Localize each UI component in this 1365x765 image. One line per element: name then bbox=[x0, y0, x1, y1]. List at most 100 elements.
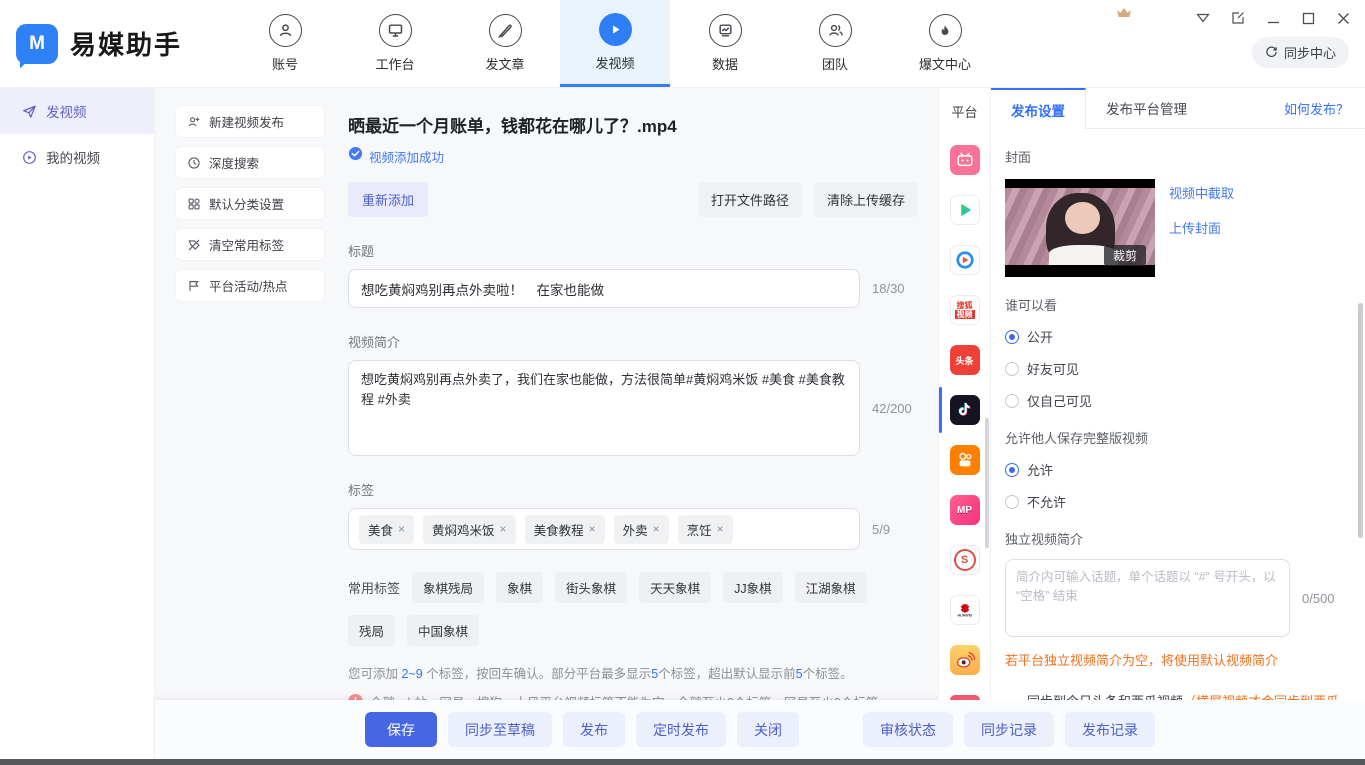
tag-remove-icon[interactable]: × bbox=[589, 522, 596, 536]
new-video-publish-button[interactable]: 新建视频发布 bbox=[175, 105, 325, 138]
platform-haokan-video[interactable] bbox=[939, 235, 991, 285]
close-button[interactable] bbox=[1335, 10, 1351, 26]
open-file-path-button[interactable]: 打开文件路径 bbox=[698, 182, 802, 217]
upload-cover-link[interactable]: 上传封面 bbox=[1169, 218, 1234, 237]
save-option-deny[interactable]: 不允许 bbox=[1005, 492, 1351, 511]
sidebar-item-publish-video[interactable]: 发视频 bbox=[0, 88, 154, 134]
radio-selected-icon[interactable] bbox=[1005, 330, 1019, 344]
tag-remove-icon[interactable]: × bbox=[653, 522, 660, 536]
sidebar-item-my-videos[interactable]: 我的视频 bbox=[0, 134, 154, 180]
settings-scrollbar[interactable] bbox=[1358, 303, 1363, 538]
tag-remove-icon[interactable]: × bbox=[500, 522, 507, 536]
crop-button[interactable]: 裁剪 bbox=[1104, 245, 1146, 266]
platform-bilibili[interactable] bbox=[939, 135, 991, 185]
common-tag[interactable]: JJ象棋 bbox=[723, 572, 783, 603]
close-form-button[interactable]: 关闭 bbox=[737, 712, 799, 747]
tag-label: 美食教程 bbox=[534, 520, 584, 539]
nav-publish-article-label: 发文章 bbox=[485, 54, 524, 73]
menu-dropdown-icon[interactable] bbox=[1195, 10, 1211, 26]
visibility-option-private[interactable]: 仅自己可见 bbox=[1005, 391, 1351, 410]
platform-weibo[interactable] bbox=[939, 635, 991, 685]
default-category-settings-button[interactable]: 默认分类设置 bbox=[175, 187, 325, 220]
nav-hot-center-label: 爆文中心 bbox=[919, 54, 971, 73]
nav-publish-article[interactable]: 发文章 bbox=[450, 0, 560, 87]
independent-desc-counter: 0/500 bbox=[1302, 591, 1335, 606]
sync-center-button[interactable]: 同步中心 bbox=[1252, 37, 1349, 68]
sync-to-draft-button[interactable]: 同步至草稿 bbox=[448, 712, 552, 747]
radio-icon[interactable] bbox=[1005, 362, 1019, 376]
nav-data[interactable]: 数据 bbox=[670, 0, 780, 87]
common-tag[interactable]: 象棋 bbox=[496, 572, 543, 603]
visibility-friends-label: 好友可见 bbox=[1027, 359, 1079, 378]
minimize-button[interactable] bbox=[1265, 10, 1281, 26]
vip-crown-icon[interactable] bbox=[1115, 5, 1133, 21]
nav-publish-video[interactable]: 发视频 bbox=[560, 0, 670, 87]
huawei-label: HUAWEI bbox=[957, 614, 972, 618]
save-option-allow[interactable]: 允许 bbox=[1005, 460, 1351, 479]
tag-pill[interactable]: 黄焖鸡米饭× bbox=[423, 515, 516, 544]
platform-activity-button[interactable]: 平台活动/热点 bbox=[175, 269, 325, 302]
nav-workbench[interactable]: 工作台 bbox=[340, 0, 450, 87]
publish-log-button[interactable]: 发布记录 bbox=[1065, 712, 1155, 747]
nav-account[interactable]: 账号 bbox=[230, 0, 340, 87]
feedback-icon[interactable] bbox=[1230, 10, 1246, 26]
common-tag[interactable]: 江湖象棋 bbox=[795, 572, 867, 603]
tags-input-box[interactable]: 美食× 黄焖鸡米饭× 美食教程 × 外卖× 烹饪× bbox=[348, 508, 860, 550]
tag-pill[interactable]: 美食教程 × bbox=[525, 515, 605, 544]
tag-pill[interactable]: 美食× bbox=[359, 515, 414, 544]
platform-toutiao[interactable]: 头条 bbox=[939, 335, 991, 385]
platform-partial-icon[interactable] bbox=[950, 695, 980, 700]
tag-pill[interactable]: 外卖× bbox=[614, 515, 669, 544]
visibility-option-friends[interactable]: 好友可见 bbox=[1005, 359, 1351, 378]
play-circle-icon bbox=[22, 150, 37, 165]
re-add-button[interactable]: 重新添加 bbox=[348, 182, 428, 217]
save-button[interactable]: 保存 bbox=[365, 712, 437, 747]
platform-meipai[interactable]: MP bbox=[939, 485, 991, 535]
article-pen-icon bbox=[489, 14, 522, 47]
clear-common-tags-button[interactable]: 清空常用标签 bbox=[175, 228, 325, 261]
platform-scrollbar[interactable] bbox=[985, 418, 989, 548]
common-tag[interactable]: 街头象棋 bbox=[555, 572, 627, 603]
maximize-button[interactable] bbox=[1300, 10, 1316, 26]
platform-tencent-video[interactable] bbox=[939, 185, 991, 235]
independent-desc-textarea[interactable] bbox=[1005, 559, 1290, 637]
description-textarea[interactable]: 想吃黄焖鸡别再点外卖了，我们在家也能做，方法很简单#黄焖鸡米饭 #美食 #美食教… bbox=[348, 360, 860, 456]
scheduled-publish-button[interactable]: 定时发布 bbox=[636, 712, 726, 747]
platform-huawei[interactable]: HUAWEI bbox=[939, 585, 991, 635]
clear-upload-cache-button[interactable]: 清除上传缓存 bbox=[814, 182, 918, 217]
how-to-publish-link[interactable]: 如何发布？ bbox=[1284, 88, 1365, 128]
radio-icon[interactable] bbox=[1005, 495, 1019, 509]
chart-icon bbox=[709, 14, 742, 47]
cover-label: 封面 bbox=[1005, 147, 1351, 166]
save-permission-label: 允许他人保存完整版视频 bbox=[1005, 428, 1351, 447]
video-form-panel: 晒最近一个月账单，钱都花在哪儿了？.mp4 视频添加成功 重新添加 打开文件路径… bbox=[330, 88, 938, 700]
capture-from-video-link[interactable]: 视频中截取 bbox=[1169, 183, 1234, 202]
deep-search-button[interactable]: 深度搜索 bbox=[175, 146, 325, 179]
platform-kuaishou[interactable] bbox=[939, 435, 991, 485]
tag-remove-icon[interactable]: × bbox=[717, 522, 724, 536]
tab-publish-settings[interactable]: 发布设置 bbox=[991, 88, 1086, 129]
nav-team[interactable]: 团队 bbox=[780, 0, 890, 87]
common-tag[interactable]: 残局 bbox=[348, 615, 395, 646]
review-status-button[interactable]: 审核状态 bbox=[863, 712, 953, 747]
common-tag[interactable]: 中国象棋 bbox=[407, 615, 479, 646]
tab-platform-manage[interactable]: 发布平台管理 bbox=[1086, 88, 1207, 128]
sync-toutiao-checkbox-row[interactable]: 同步到今日头条和西瓜视频（横屏视频才会同步到西瓜视频） bbox=[1005, 691, 1351, 700]
tag-remove-icon[interactable]: × bbox=[398, 522, 405, 536]
cover-thumbnail[interactable]: 裁剪 bbox=[1005, 179, 1155, 277]
title-input[interactable] bbox=[348, 269, 860, 308]
common-tag[interactable]: 天天象棋 bbox=[639, 572, 711, 603]
common-tag[interactable]: 象棋残局 bbox=[412, 572, 484, 603]
platform-sohu-video[interactable]: 搜狐 视频 bbox=[939, 285, 991, 335]
sync-log-button[interactable]: 同步记录 bbox=[964, 712, 1054, 747]
visibility-option-public[interactable]: 公开 bbox=[1005, 327, 1351, 346]
publish-button[interactable]: 发布 bbox=[563, 712, 625, 747]
platform-douyin-selected[interactable] bbox=[939, 385, 991, 435]
platform-sogou-video[interactable]: S bbox=[939, 535, 991, 585]
nav-hot-center[interactable]: 爆文中心 bbox=[890, 0, 1000, 87]
radio-selected-icon[interactable] bbox=[1005, 463, 1019, 477]
radio-icon[interactable] bbox=[1005, 394, 1019, 408]
sohu-text-top: 搜狐 bbox=[957, 301, 973, 310]
description-field-label: 视频简介 bbox=[348, 332, 918, 351]
tag-pill[interactable]: 烹饪× bbox=[678, 515, 733, 544]
